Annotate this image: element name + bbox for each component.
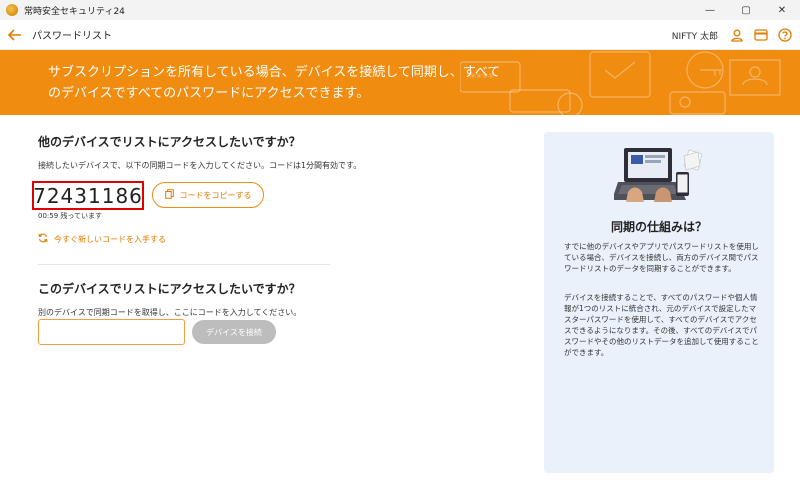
sync-info-paragraph-2: デバイスを接続することで、すべてのパスワードや個人情報が1つのリストに統合され、… (564, 293, 759, 357)
sync-info-title: 同期の仕組みは？ (610, 220, 707, 234)
user-name: NIFTY 太郎 (671, 31, 718, 42)
close-button[interactable]: ✕ (764, 0, 800, 20)
time-remaining: 00:59 残っています (38, 212, 103, 220)
sync-code: 72431186 (32, 181, 144, 210)
other-device-title: 他のデバイスでリストにアクセスしたいですか？ (38, 135, 301, 149)
connect-device-button[interactable]: デバイスを接続 (192, 320, 276, 344)
refresh-icon (38, 233, 48, 245)
get-new-code-label: 今すぐ新しいコードを入手する (54, 234, 166, 244)
this-device-title: このデバイスでリストにアクセスしたいですか？ (38, 282, 301, 296)
maximize-button[interactable]: ▢ (728, 0, 764, 20)
help-icon[interactable] (778, 28, 792, 42)
sync-code-input[interactable] (38, 319, 185, 345)
get-new-code-link[interactable]: 今すぐ新しいコードを入手する (38, 233, 166, 245)
app-title: 常時安全セキュリティ24 (24, 6, 125, 17)
devices-illustration-icon (614, 148, 703, 202)
copy-code-button[interactable]: コードをコピーする (152, 182, 264, 208)
app-logo-icon (6, 4, 18, 16)
account-icon[interactable] (730, 28, 744, 42)
header-actions: NIFTY 太郎 (672, 20, 792, 50)
banner-decoration-icon: **** (460, 51, 781, 115)
title-bar: 常時安全セキュリティ24 — ▢ ✕ (0, 0, 800, 20)
banner-text: サブスクリプションを所有している場合、デバイスを接続して同期し、すべてのデバイス… (48, 65, 501, 101)
window-controls: — ▢ ✕ (692, 0, 800, 20)
page-title: パスワードリスト (32, 31, 112, 42)
sync-info-panel: 同期の仕組みは？ すでに他のデバイスやアプリでパスワードリストを使用している場合… (544, 132, 774, 473)
copy-code-label: コードをコピーする (179, 190, 252, 200)
svg-text:****: **** (470, 71, 494, 85)
sync-banner: サブスクリプションを所有している場合、デバイスを接続して同期し、すべてのデバイス… (0, 50, 800, 115)
sync-info-paragraph-1: すでに他のデバイスやアプリでパスワードリストを使用している場合、デバイスを接続し… (564, 242, 759, 273)
this-device-instruction: 別のデバイスで同期コードを取得し、ここにコードを入力してください。 (38, 308, 302, 317)
page-header: パスワードリスト NIFTY 太郎 (0, 20, 800, 50)
minimize-button[interactable]: — (692, 0, 728, 20)
copy-icon (164, 189, 174, 201)
section-divider (38, 264, 330, 265)
subscription-card-icon[interactable] (754, 28, 768, 42)
other-device-instruction: 接続したいデバイスで、以下の同期コードを入力してください。コードは1分間有効です… (38, 161, 362, 170)
back-arrow-icon[interactable] (8, 28, 22, 41)
